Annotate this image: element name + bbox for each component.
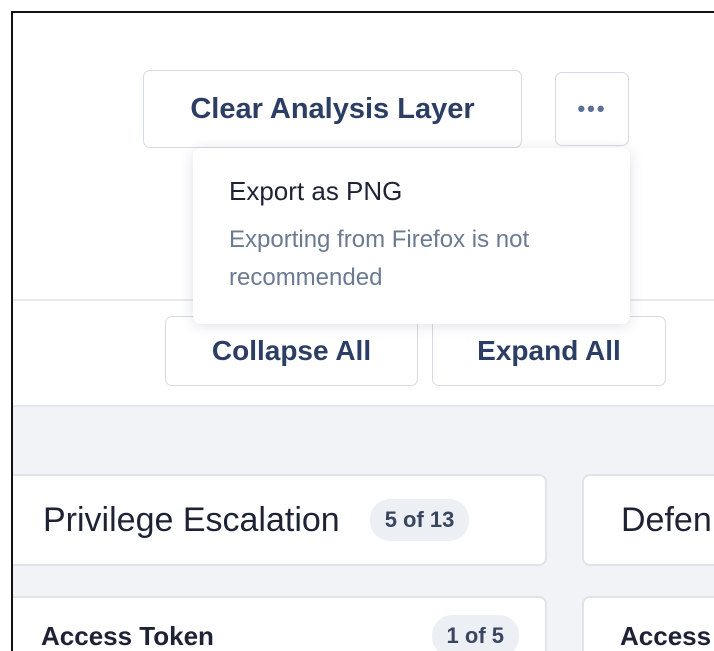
more-options-icon[interactable]: ••• [555,72,629,146]
more-options-menu: Export as PNG Exporting from Firefox is … [193,148,630,324]
column-title: Defen [621,500,712,539]
technique-card-access-token[interactable]: Access Token 1 of 5 [13,596,547,651]
technique-title: Access [620,620,712,651]
clear-analysis-layer-button[interactable]: Clear Analysis Layer [143,70,522,148]
export-note: Exporting from Firefox is not recommende… [229,226,530,291]
count-badge: 1 of 5 [431,615,519,651]
technique-card-access[interactable]: Access [582,596,714,651]
technique-title: Access Token [41,620,214,651]
collapse-all-button[interactable]: Collapse All [165,316,418,386]
app-frame: Clear Analysis Layer ••• Collapse All Ex… [11,11,714,651]
column-title: Privilege Escalation [43,500,340,539]
column-header-privilege-escalation[interactable]: Privilege Escalation 5 of 13 [13,474,547,566]
count-badge: 5 of 13 [369,499,470,541]
expand-all-button[interactable]: Expand All [432,316,666,386]
column-header-defense[interactable]: Defen [582,474,714,566]
export-png-menu-item[interactable]: Export as PNG [229,176,594,207]
